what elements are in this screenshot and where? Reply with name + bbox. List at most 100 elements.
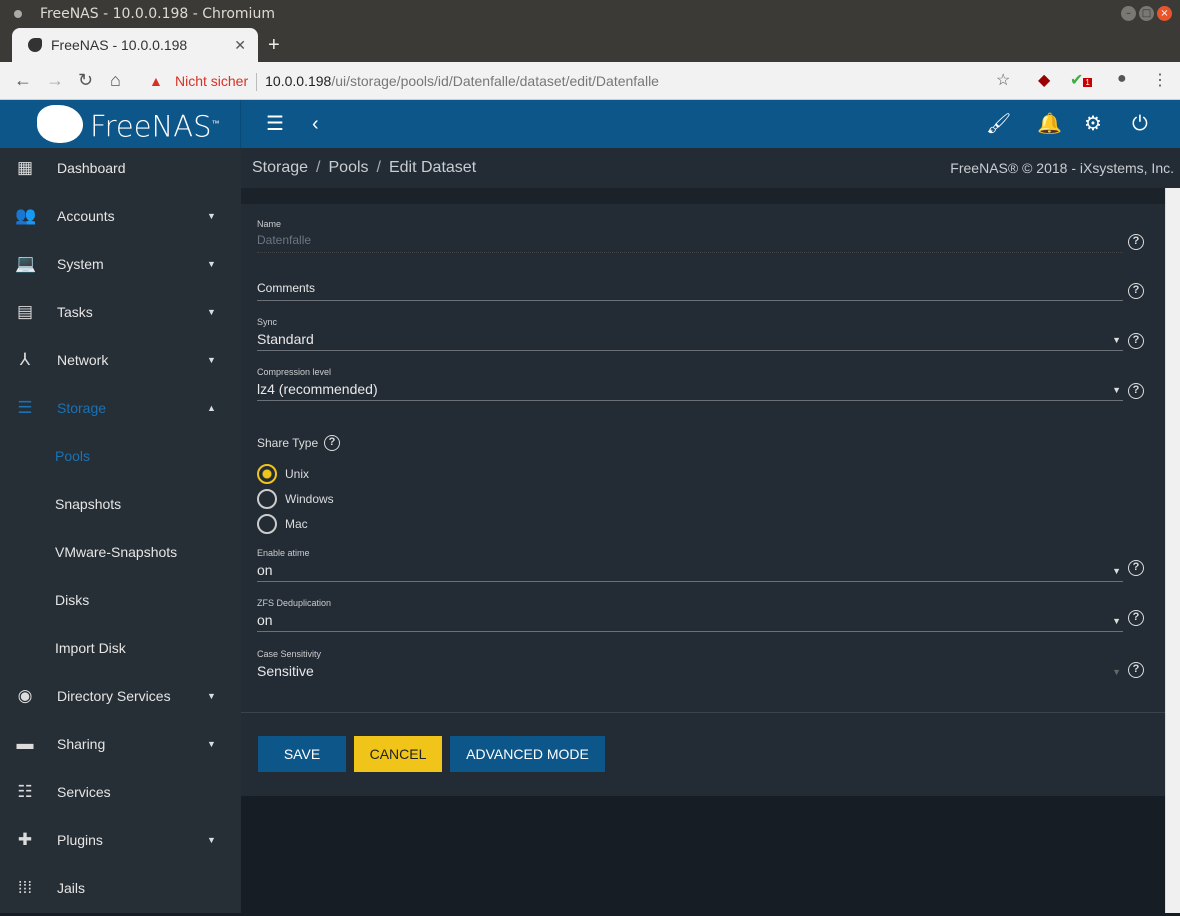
directory-icon: ◉ (17, 686, 33, 705)
home-icon[interactable]: ⌂ (110, 70, 121, 91)
advanced-mode-button[interactable]: ADVANCED MODE (450, 736, 605, 772)
app-icon (14, 10, 22, 18)
theme-paint-icon[interactable]: 🖌 (986, 112, 1011, 136)
forward-icon[interactable]: → (46, 70, 64, 91)
security-warning[interactable]: Nicht sicher (143, 73, 248, 89)
close-window-button[interactable]: × (1157, 6, 1172, 21)
sidebar-item-services[interactable]: ☷ Services (0, 772, 241, 820)
power-icon[interactable]: ⏻ (1132, 112, 1148, 136)
caret-down-icon: ▼ (207, 739, 216, 749)
window-titlebar: FreeNAS - 10.0.0.198 - Chromium – □ × (0, 0, 1180, 28)
field-label: Compression level (257, 367, 332, 377)
breadcrumb-storage[interactable]: Storage (252, 159, 308, 176)
caret-down-icon: ▼ (207, 691, 216, 701)
help-icon[interactable]: ? (324, 435, 340, 451)
sidebar-label: Services (57, 784, 111, 800)
name-field: Name Datenfalle (257, 219, 1123, 253)
sidebar-item-tasks[interactable]: ▤ Tasks ▼ (0, 292, 241, 340)
comments-input[interactable]: Comments (257, 281, 1123, 301)
url-host: 10.0.0.198 (265, 73, 332, 89)
edit-dataset-form: Name Datenfalle Comments Sync Standard ▼ Co… (241, 204, 1165, 796)
sidebar-item-vmware-snapshots[interactable]: VMware-Snapshots (0, 532, 241, 580)
laptop-icon: 💻 (15, 254, 37, 273)
sidebar-item-sharing[interactable]: ▬ Sharing ▼ (0, 724, 241, 772)
sidebar-item-system[interactable]: 💻 System ▼ (0, 244, 241, 292)
sidebar-item-pools[interactable]: Pools (0, 436, 241, 484)
caret-down-icon: ▼ (207, 355, 216, 365)
minimize-button[interactable]: – (1121, 6, 1136, 21)
people-icon: 👥 (15, 206, 37, 225)
menu-icon[interactable]: ⋮ (1152, 70, 1168, 90)
cancel-button[interactable]: CANCEL (354, 736, 442, 772)
help-icon[interactable]: ? (1128, 283, 1144, 299)
tab-title: FreeNAS - 10.0.0.198 (51, 37, 188, 53)
caret-down-icon: ▼ (207, 259, 216, 269)
help-icon[interactable]: ? (1128, 610, 1144, 626)
compression-select[interactable]: Compression level lz4 (recommended) ▼ (257, 367, 1123, 401)
help-icon[interactable]: ? (1128, 333, 1144, 349)
select-value: on (257, 562, 273, 578)
help-icon[interactable]: ? (1128, 234, 1144, 250)
browser-tab[interactable]: FreeNAS - 10.0.0.198 ✕ (12, 28, 258, 62)
collapse-chevron-icon[interactable]: ‹ (312, 112, 319, 136)
sidebar-item-storage[interactable]: ☰ Storage ▲ (0, 388, 241, 436)
close-tab-icon[interactable]: ✕ (234, 28, 246, 62)
sidebar-item-directory-services[interactable]: ◉ Directory Services ▼ (0, 676, 241, 724)
back-icon[interactable]: ← (14, 70, 32, 91)
sharing-icon: ▬ (16, 734, 34, 753)
new-tab-button[interactable]: + (268, 28, 280, 62)
case-sensitivity-select: Case Sensitivity Sensitive ▼ (257, 649, 1123, 683)
sidebar-item-jails[interactable]: ⁞⁞⁞ Jails (0, 868, 241, 916)
sidebar-item-disks[interactable]: Disks (0, 580, 241, 628)
select-value: on (257, 612, 273, 628)
save-button[interactable]: SAVE (258, 736, 346, 772)
reload-icon[interactable]: ↻ (78, 70, 93, 91)
puzzle-icon: ✚ (17, 830, 33, 849)
ublock-icon[interactable]: ◆ (1038, 70, 1050, 90)
sidebar-item-snapshots[interactable]: Snapshots (0, 484, 241, 532)
sidebar-item-network[interactable]: ⅄ Network ▼ (0, 340, 241, 388)
shark-logo-icon (37, 105, 83, 143)
field-label: Name (257, 219, 282, 229)
sidebar-item-accounts[interactable]: 👥 Accounts ▼ (0, 196, 241, 244)
sidebar-label: Snapshots (55, 496, 122, 512)
bookmark-star-icon[interactable]: ☆ (996, 70, 1010, 90)
field-label: Enable atime (257, 548, 310, 558)
settings-gear-icon[interactable]: ⚙ (1084, 112, 1102, 136)
select-value: Sensitive (257, 663, 314, 679)
sync-select[interactable]: Sync Standard ▼ (257, 317, 1123, 351)
radio-unix[interactable]: Unix (257, 464, 309, 484)
dropdown-arrow-icon: ▼ (1112, 616, 1121, 626)
breadcrumb-pools[interactable]: Pools (329, 159, 369, 176)
dedup-select[interactable]: ZFS Deduplication on ▼ (257, 598, 1123, 632)
breadcrumb-edit-dataset: Edit Dataset (388, 159, 477, 176)
extension-badge: 1 (1083, 78, 1092, 87)
sidebar-item-plugins[interactable]: ✚ Plugins ▼ (0, 820, 241, 868)
window-title: FreeNAS - 10.0.0.198 - Chromium (40, 6, 275, 22)
help-icon[interactable]: ? (1128, 560, 1144, 576)
sidebar-label: Directory Services (57, 688, 171, 704)
help-icon[interactable]: ? (1128, 383, 1144, 399)
caret-up-icon: ▲ (207, 403, 216, 413)
radio-mac[interactable]: Mac (257, 514, 308, 534)
notifications-bell-icon[interactable]: 🔔 (1037, 112, 1062, 136)
dashboard-icon: ▦ (16, 158, 34, 177)
atime-select[interactable]: Enable atime on ▼ (257, 548, 1123, 582)
hamburger-menu-icon[interactable]: ☰ (266, 112, 284, 136)
radio-windows[interactable]: Windows (257, 489, 334, 509)
breadcrumb: Storage / Pools / Edit Dataset (252, 159, 477, 176)
sidebar-label: Tasks (57, 304, 93, 320)
sidebar-label: Storage (57, 400, 107, 416)
scrollbar[interactable] (1165, 188, 1180, 913)
comments-field[interactable]: Comments (257, 277, 1123, 301)
maximize-button[interactable]: □ (1139, 6, 1154, 21)
help-icon[interactable]: ? (1128, 662, 1144, 678)
sidebar-item-import-disk[interactable]: Import Disk (0, 628, 241, 676)
sidebar-item-dashboard[interactable]: ▦ Dashboard (0, 148, 241, 196)
sidebar-label: Jails (57, 880, 86, 896)
freenas-logo[interactable]: FreeNAS™ (0, 100, 241, 148)
address-bar[interactable]: Nicht sicher 10.0.0.198/ui/storage/pools/… (143, 67, 1023, 95)
sidebar-label: Import Disk (55, 640, 126, 656)
profile-icon[interactable]: ● (1117, 70, 1127, 88)
extension-check-icon[interactable]: ✔ 1 (1070, 70, 1092, 90)
